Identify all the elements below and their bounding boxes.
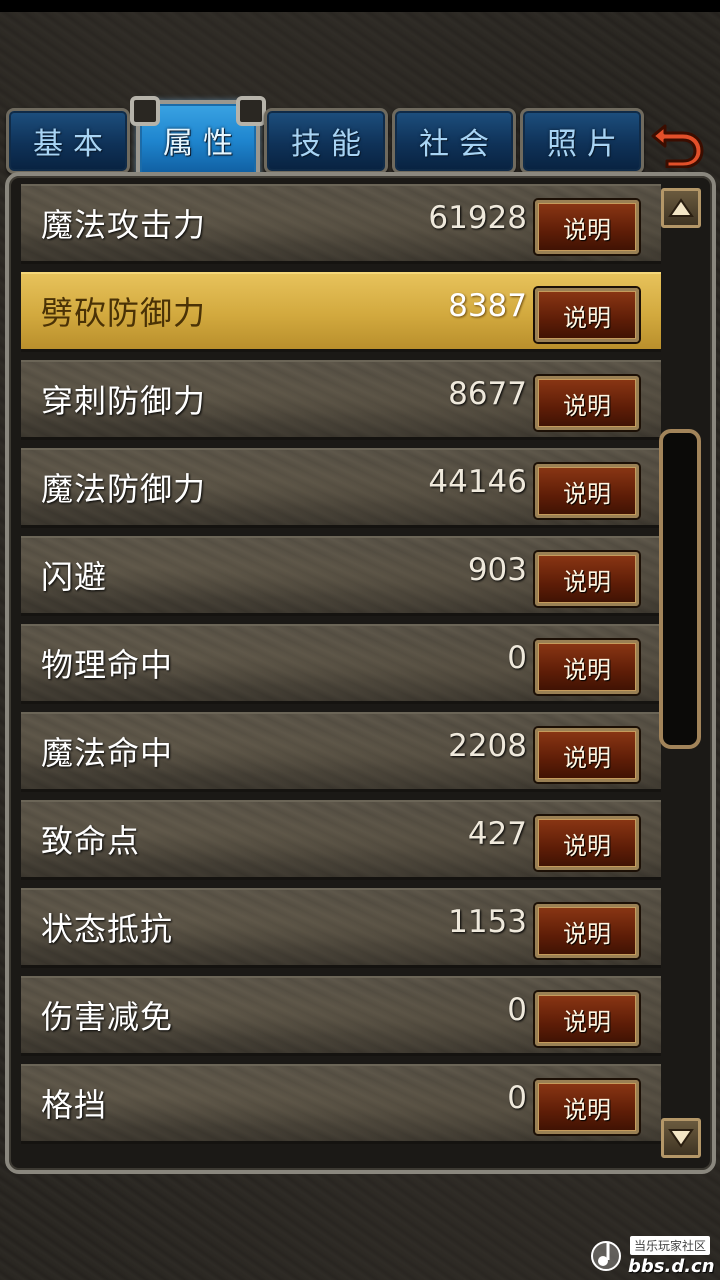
attribute-row[interactable]: 伤害减免 0 说明 xyxy=(21,976,661,1056)
explain-button[interactable]: 说明 xyxy=(535,552,639,606)
back-arrow-icon xyxy=(651,124,704,168)
attribute-name: 状态抵抗 xyxy=(41,910,174,948)
attribute-name: 伤害减免 xyxy=(41,998,174,1036)
attribute-value: 2208 xyxy=(448,728,527,764)
explain-button[interactable]: 说明 xyxy=(535,816,639,870)
watermark-url: bbs.d.cn xyxy=(628,1256,715,1277)
attribute-value: 61928 xyxy=(428,200,527,236)
attribute-name: 劈砍防御力 xyxy=(41,294,207,332)
tab-bar: 基本 属性 技能 社会 照片 xyxy=(6,96,720,180)
attribute-row[interactable]: 魔法防御力 44146 说明 xyxy=(21,448,661,528)
attribute-value: 427 xyxy=(467,816,527,852)
attribute-value: 44146 xyxy=(428,464,527,500)
attribute-row[interactable]: 魔法攻击力 61928 说明 xyxy=(21,184,661,264)
attribute-name: 魔法防御力 xyxy=(41,470,207,508)
attribute-value: 1153 xyxy=(448,904,527,940)
attribute-row-selected[interactable]: 劈砍防御力 8387 说明 xyxy=(21,272,661,352)
explain-button[interactable]: 说明 xyxy=(535,376,639,430)
attribute-row[interactable]: 物理命中 0 说明 xyxy=(21,624,661,704)
explain-button[interactable]: 说明 xyxy=(535,992,639,1046)
back-button[interactable] xyxy=(644,112,708,172)
explain-button[interactable]: 说明 xyxy=(535,728,639,782)
attribute-name: 闪避 xyxy=(41,558,108,596)
tab-photos[interactable]: 照片 xyxy=(520,108,644,174)
explain-button[interactable]: 说明 xyxy=(535,464,639,518)
attribute-row[interactable]: 闪避 903 说明 xyxy=(21,536,661,616)
attribute-row[interactable]: 状态抵抗 1153 说明 xyxy=(21,888,661,968)
tab-skills[interactable]: 技能 xyxy=(264,108,388,174)
explain-button[interactable]: 说明 xyxy=(535,640,639,694)
attribute-name: 致命点 xyxy=(41,822,141,860)
explain-button[interactable]: 说明 xyxy=(535,200,639,254)
attribute-name: 魔法命中 xyxy=(41,734,174,772)
explain-button[interactable]: 说明 xyxy=(535,904,639,958)
attribute-value: 0 xyxy=(507,992,527,1028)
scrollbar[interactable] xyxy=(659,184,707,1162)
arrow-up-icon xyxy=(668,198,694,217)
status-bar xyxy=(0,0,720,12)
attribute-value: 903 xyxy=(467,552,527,588)
attribute-row[interactable]: 致命点 427 说明 xyxy=(21,800,661,880)
attribute-name: 物理命中 xyxy=(41,646,174,684)
scroll-up-button[interactable] xyxy=(661,188,701,228)
attribute-row[interactable]: 穿刺防御力 8677 说明 xyxy=(21,360,661,440)
scroll-thumb[interactable] xyxy=(659,429,701,749)
scroll-down-button[interactable] xyxy=(661,1118,701,1158)
character-screen: 基本 属性 技能 社会 照片 魔法攻击力 61928 说明 劈砍防御力 8387… xyxy=(0,0,720,1280)
tab-social[interactable]: 社会 xyxy=(392,108,516,174)
arrow-down-icon xyxy=(668,1129,694,1148)
attribute-row[interactable]: 格挡 0 说明 xyxy=(21,1064,661,1144)
watermark-site-name: 当乐玩家社区 xyxy=(630,1236,711,1255)
attributes-panel: 魔法攻击力 61928 说明 劈砍防御力 8387 说明 穿刺防御力 8677 … xyxy=(5,172,716,1174)
attribute-value: 0 xyxy=(507,640,527,676)
attribute-value: 0 xyxy=(507,1080,527,1116)
attribute-name: 格挡 xyxy=(41,1086,108,1124)
attribute-name: 穿刺防御力 xyxy=(41,382,207,420)
attribute-list[interactable]: 魔法攻击力 61928 说明 劈砍防御力 8387 说明 穿刺防御力 8677 … xyxy=(21,184,661,1162)
explain-button[interactable]: 说明 xyxy=(535,1080,639,1134)
tab-basic[interactable]: 基本 xyxy=(6,108,130,174)
attribute-row[interactable]: 魔法命中 2208 说明 xyxy=(21,712,661,792)
explain-button[interactable]: 说明 xyxy=(535,288,639,342)
watermark: 当乐玩家社区 bbs.d.cn xyxy=(580,1228,716,1278)
note-logo-icon xyxy=(591,1241,621,1271)
attribute-value: 8677 xyxy=(448,376,527,412)
attribute-name: 魔法攻击力 xyxy=(41,206,207,244)
tab-attributes[interactable]: 属性 xyxy=(130,96,266,180)
attribute-value: 8387 xyxy=(448,288,527,324)
